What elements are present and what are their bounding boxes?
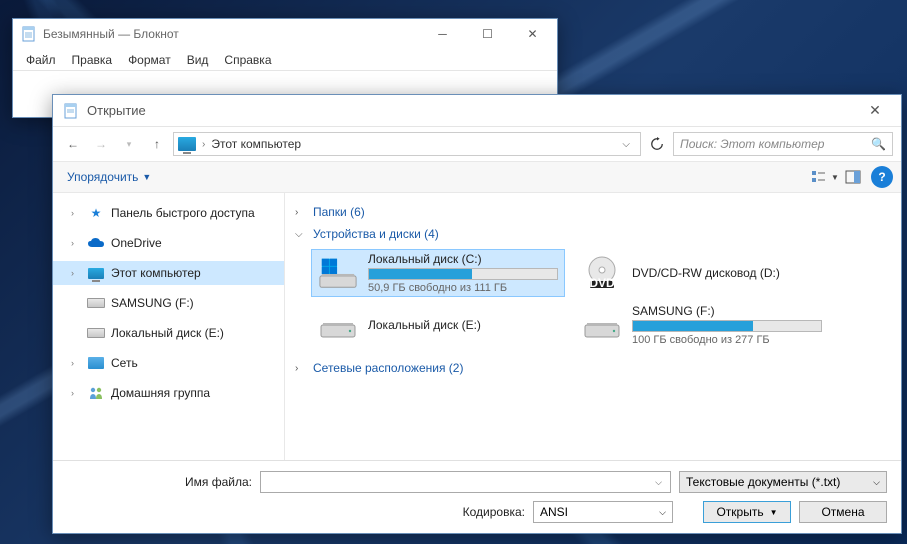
menu-file[interactable]: Файл bbox=[19, 51, 63, 69]
usage-bar bbox=[368, 268, 558, 280]
menu-edit[interactable]: Правка bbox=[65, 51, 120, 69]
search-input[interactable]: Поиск: Этот компьютер 🔍 bbox=[673, 132, 893, 156]
chevron-down-icon: ⌵ bbox=[873, 477, 880, 488]
hard-drive-icon bbox=[318, 305, 358, 345]
filename-input[interactable]: ⌵ bbox=[260, 471, 671, 493]
search-placeholder: Поиск: Этот компьютер bbox=[680, 137, 871, 151]
section-network-locations[interactable]: › Сетевые расположения (2) bbox=[289, 357, 897, 379]
homegroup-icon bbox=[87, 385, 105, 401]
encoding-select[interactable]: ANSI ⌵ bbox=[533, 501, 673, 523]
chevron-down-icon: ⌵ bbox=[295, 229, 307, 240]
close-button[interactable]: ✕ bbox=[510, 20, 555, 48]
sidebar-item-onedrive[interactable]: › OneDrive bbox=[53, 231, 284, 255]
dvd-drive-icon: DVD bbox=[582, 253, 622, 293]
notepad-titlebar[interactable]: Безымянный — Блокнот ─ ☐ ✕ bbox=[13, 19, 557, 49]
sidebar-item-quick-access[interactable]: › ★ Панель быстрого доступа bbox=[53, 201, 284, 225]
notepad-title: Безымянный — Блокнот bbox=[43, 27, 420, 41]
chevron-down-icon: ⌵ bbox=[659, 507, 666, 518]
chevron-right-icon: › bbox=[295, 207, 307, 218]
file-open-dialog: Открытие ✕ ← → ▾ ↑ › Этот компьютер ⌵ По… bbox=[52, 94, 902, 534]
menu-view[interactable]: Вид bbox=[180, 51, 216, 69]
network-icon bbox=[87, 355, 105, 371]
nav-row: ← → ▾ ↑ › Этот компьютер ⌵ Поиск: Этот к… bbox=[53, 127, 901, 161]
content-area: › Папки (6) ⌵ Устройства и диски (4) Лок… bbox=[285, 193, 901, 460]
sidebar-item-this-pc[interactable]: › Этот компьютер bbox=[53, 261, 284, 285]
svg-text:DVD: DVD bbox=[589, 276, 615, 290]
sidebar: › ★ Панель быстрого доступа › OneDrive ›… bbox=[53, 193, 285, 460]
help-button[interactable]: ? bbox=[871, 166, 893, 188]
drive-item-f[interactable]: SAMSUNG (F:) 100 ГБ свободно из 277 ГБ bbox=[575, 301, 829, 349]
expand-icon: › bbox=[71, 208, 81, 218]
open-button[interactable]: Открыть▼ bbox=[703, 501, 791, 523]
file-type-filter[interactable]: Текстовые документы (*.txt) ⌵ bbox=[679, 471, 887, 493]
sidebar-item-homegroup[interactable]: › Домашняя группа bbox=[53, 381, 284, 405]
expand-icon: › bbox=[71, 268, 81, 278]
cancel-button[interactable]: Отмена bbox=[799, 501, 887, 523]
os-drive-icon bbox=[318, 253, 358, 293]
encoding-label: Кодировка: bbox=[463, 505, 525, 519]
up-button[interactable]: ↑ bbox=[145, 132, 169, 156]
chevron-right-icon: › bbox=[295, 363, 307, 374]
drive-item-c[interactable]: Локальный диск (C:) 50,9 ГБ свободно из … bbox=[311, 249, 565, 297]
this-pc-icon bbox=[87, 265, 105, 281]
filename-label: Имя файла: bbox=[67, 475, 252, 489]
search-icon: 🔍 bbox=[871, 137, 886, 151]
drive-item-d[interactable]: DVD DVD/CD-RW дисковод (D:) bbox=[575, 249, 829, 297]
sidebar-item-network[interactable]: › Сеть bbox=[53, 351, 284, 375]
chevron-down-icon: ▼ bbox=[142, 172, 151, 182]
recent-button[interactable]: ▾ bbox=[117, 132, 141, 156]
menu-help[interactable]: Справка bbox=[217, 51, 278, 69]
forward-button[interactable]: → bbox=[89, 132, 113, 156]
section-drives[interactable]: ⌵ Устройства и диски (4) bbox=[289, 223, 897, 245]
organize-button[interactable]: Упорядочить ▼ bbox=[61, 166, 157, 188]
drive-icon bbox=[87, 325, 105, 341]
maximize-button[interactable]: ☐ bbox=[465, 20, 510, 48]
expand-icon: › bbox=[71, 238, 81, 248]
refresh-button[interactable] bbox=[645, 132, 669, 156]
back-button[interactable]: ← bbox=[61, 132, 85, 156]
location-text: Этот компьютер bbox=[211, 137, 610, 151]
sidebar-item-local-e[interactable]: Локальный диск (E:) bbox=[53, 321, 284, 345]
hard-drive-icon bbox=[582, 305, 622, 345]
view-options-button[interactable]: ▼ bbox=[811, 165, 839, 189]
expand-icon: › bbox=[71, 358, 81, 368]
drive-item-e[interactable]: Локальный диск (E:) bbox=[311, 301, 565, 349]
this-pc-icon bbox=[178, 137, 196, 151]
address-bar[interactable]: › Этот компьютер ⌵ bbox=[173, 132, 641, 156]
notepad-menubar: Файл Правка Формат Вид Справка bbox=[13, 49, 557, 70]
star-icon: ★ bbox=[87, 205, 105, 221]
address-dropdown[interactable]: ⌵ bbox=[616, 139, 636, 150]
dialog-titlebar[interactable]: Открытие ✕ bbox=[53, 95, 901, 127]
cloud-icon bbox=[87, 235, 105, 251]
notepad-icon bbox=[63, 103, 79, 119]
dialog-footer: Имя файла: ⌵ Текстовые документы (*.txt)… bbox=[53, 460, 901, 533]
minimize-button[interactable]: ─ bbox=[420, 20, 465, 48]
chevron-right-icon: › bbox=[202, 139, 205, 150]
close-button[interactable]: ✕ bbox=[855, 97, 895, 125]
sidebar-item-samsung[interactable]: SAMSUNG (F:) bbox=[53, 291, 284, 315]
notepad-icon bbox=[21, 26, 37, 42]
dialog-title: Открытие bbox=[87, 103, 855, 118]
toolbar: Упорядочить ▼ ▼ ? bbox=[53, 161, 901, 193]
preview-pane-button[interactable] bbox=[839, 165, 867, 189]
section-folders[interactable]: › Папки (6) bbox=[289, 201, 897, 223]
expand-icon: › bbox=[71, 388, 81, 398]
menu-format[interactable]: Формат bbox=[121, 51, 178, 69]
usage-bar bbox=[632, 320, 822, 332]
drive-icon bbox=[87, 295, 105, 311]
